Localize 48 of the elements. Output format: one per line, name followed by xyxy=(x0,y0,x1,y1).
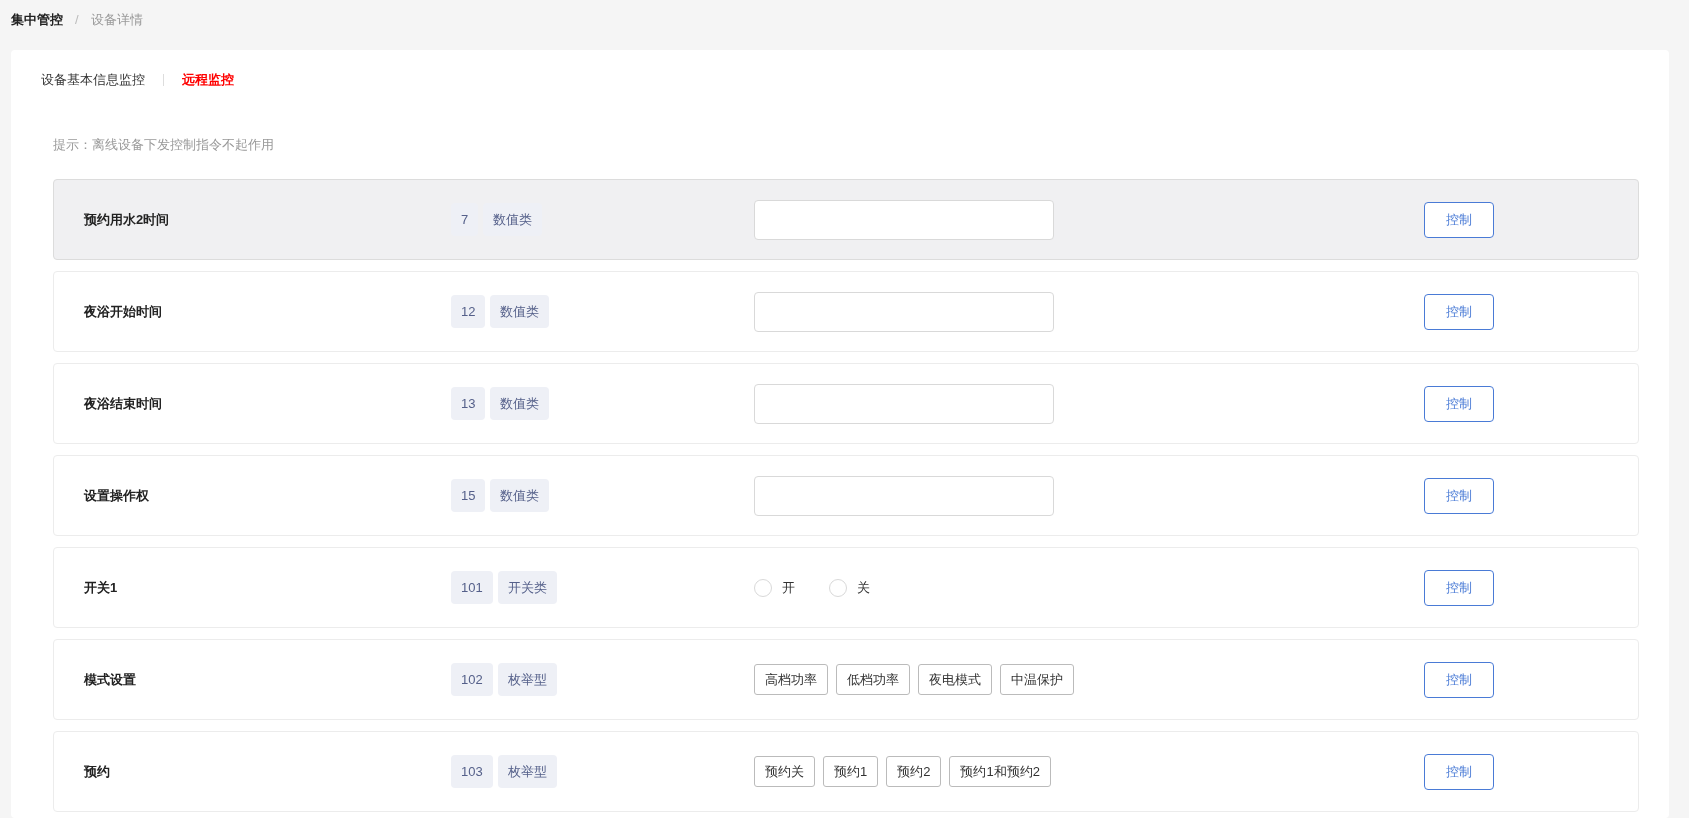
type-tag: 数值类 xyxy=(490,479,550,512)
code-tag: 102 xyxy=(451,663,493,696)
control-button[interactable]: 控制 xyxy=(1424,293,1494,330)
tab[interactable]: 设备基本信息监控 xyxy=(41,70,145,90)
option-button[interactable]: 预约1 xyxy=(823,756,879,787)
type-tag: 枚举型 xyxy=(497,755,557,788)
radio-option[interactable]: 关 xyxy=(829,577,870,598)
value-input[interactable] xyxy=(754,199,1054,240)
row-name: 预约用水2时间 xyxy=(83,210,171,229)
row-name: 夜浴结束时间 xyxy=(83,394,163,413)
option-button[interactable]: 预约1和预约2 xyxy=(949,756,1051,787)
tab[interactable]: 远程监控 xyxy=(182,70,234,90)
value-input[interactable] xyxy=(754,291,1054,332)
row-name: 开关1 xyxy=(83,578,119,597)
type-tag: 开关类 xyxy=(497,571,557,604)
option-button[interactable]: 夜电模式 xyxy=(918,664,992,695)
row-name: 预约 xyxy=(83,762,111,781)
option-button[interactable]: 高档功率 xyxy=(754,664,828,695)
tip-text: 提示：离线设备下发控制指令不起作用 xyxy=(53,135,274,154)
code-tag: 7 xyxy=(451,203,479,236)
breadcrumb-item: 设备详情 xyxy=(90,11,143,29)
control-button[interactable]: 控制 xyxy=(1424,753,1494,790)
code-tag: 13 xyxy=(451,387,486,420)
option-button[interactable]: 预约关 xyxy=(754,756,815,787)
control-button[interactable]: 控制 xyxy=(1424,477,1494,514)
row-name: 模式设置 xyxy=(82,670,137,689)
type-tag: 数值类 xyxy=(483,203,543,236)
row-name: 夜浴开始时间 xyxy=(83,302,163,321)
breadcrumb-item[interactable]: 集中管控 xyxy=(11,10,63,30)
option-button[interactable]: 预约2 xyxy=(886,756,942,787)
code-tag: 15 xyxy=(451,479,486,512)
value-input[interactable] xyxy=(754,383,1054,424)
code-tag: 12 xyxy=(451,295,486,328)
option-button[interactable]: 低档功率 xyxy=(836,664,910,695)
value-input[interactable] xyxy=(754,475,1054,516)
type-tag: 枚举型 xyxy=(497,663,557,696)
control-button[interactable]: 控制 xyxy=(1424,569,1494,606)
code-tag: 101 xyxy=(451,571,493,604)
row-name: 设置操作权 xyxy=(83,486,150,505)
type-tag: 数值类 xyxy=(490,295,550,328)
radio-option[interactable]: 开 xyxy=(754,577,795,598)
type-tag: 数值类 xyxy=(490,387,550,420)
option-button[interactable]: 中温保护 xyxy=(1000,664,1074,695)
control-button[interactable]: 控制 xyxy=(1424,661,1494,698)
control-button[interactable]: 控制 xyxy=(1424,201,1494,238)
breadcrumb-separator: / xyxy=(74,11,80,29)
control-button[interactable]: 控制 xyxy=(1424,385,1494,422)
code-tag: 103 xyxy=(451,755,493,788)
